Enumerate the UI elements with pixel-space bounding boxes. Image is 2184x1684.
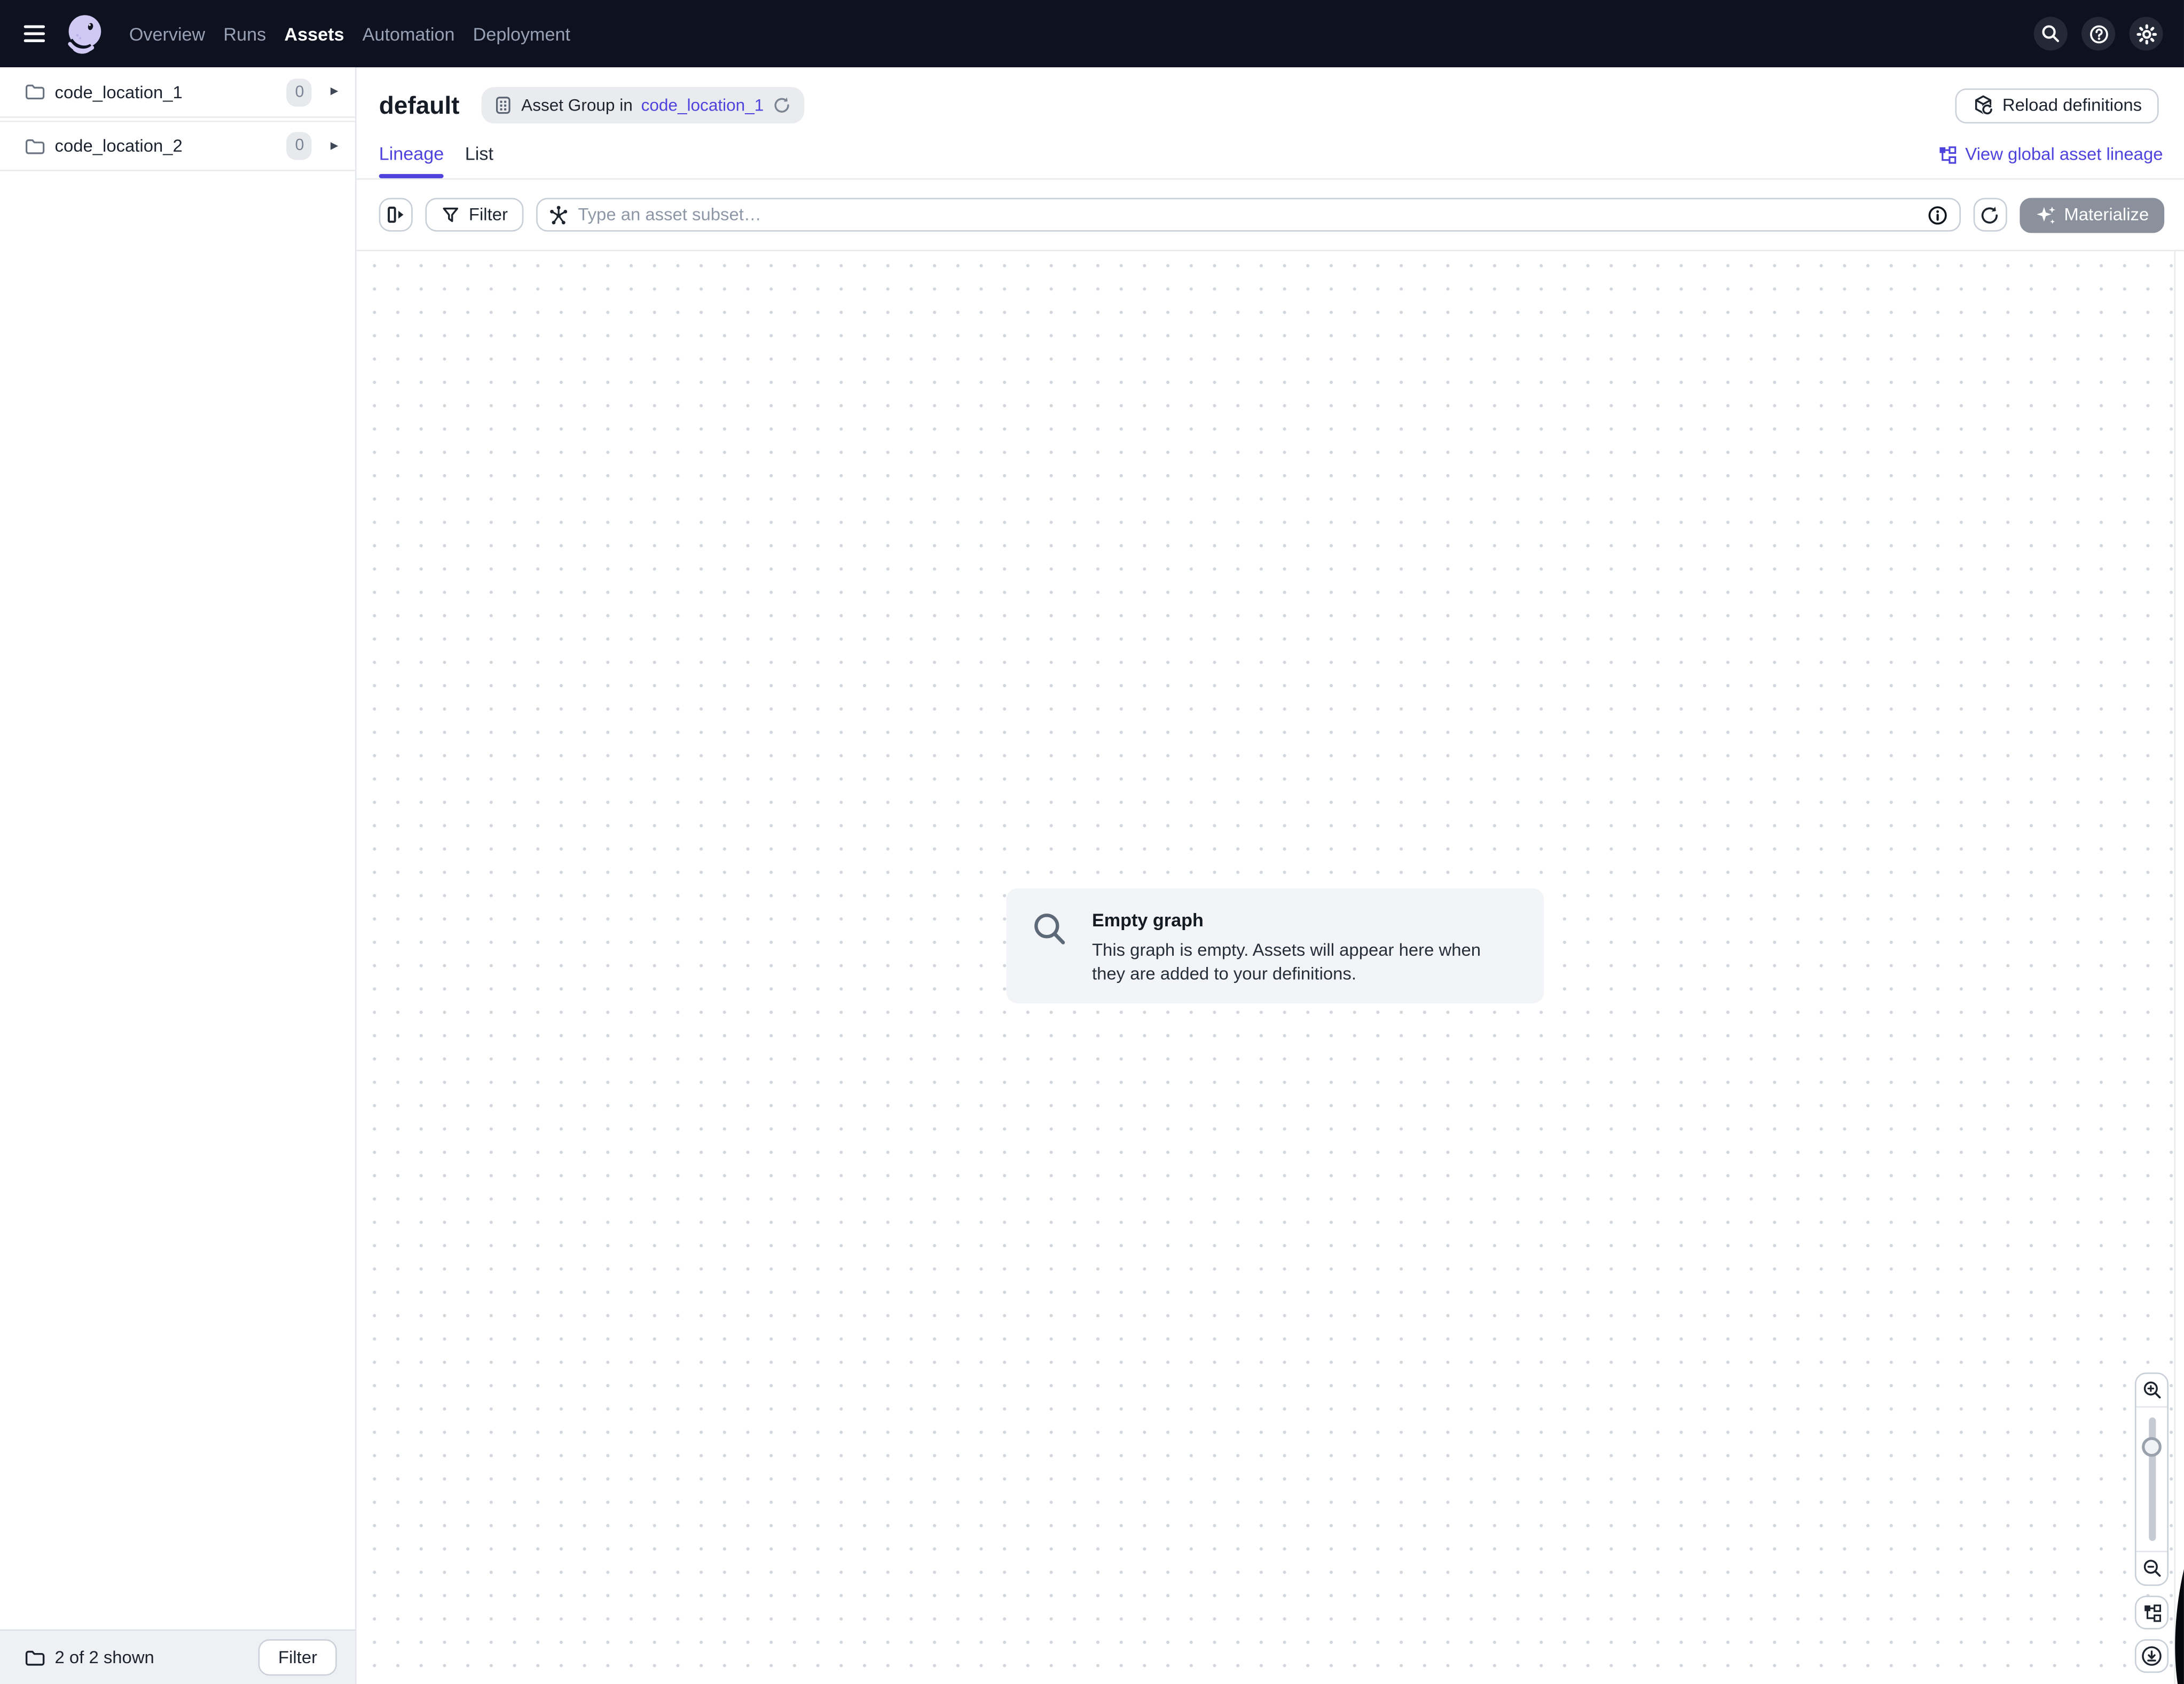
search-icon xyxy=(2041,24,2061,44)
zoom-control xyxy=(2135,1373,2169,1586)
download-image-button[interactable] xyxy=(2135,1639,2169,1673)
settings-button[interactable] xyxy=(2129,17,2163,51)
asset-group-badge: Asset Group in code_location_1 xyxy=(482,87,805,123)
folder-icon xyxy=(24,81,45,102)
fit-lineage-view-button[interactable] xyxy=(2135,1596,2169,1630)
filter-funnel-icon xyxy=(441,205,460,225)
refresh-graph-button[interactable] xyxy=(1973,198,2007,232)
lineage-graph-icon xyxy=(1938,145,1957,163)
folder-icon xyxy=(24,136,45,156)
search-button[interactable] xyxy=(2034,17,2068,51)
code-location-name: code_location_1 xyxy=(55,82,278,102)
empty-graph-card: Empty graph This graph is empty. Assets … xyxy=(1007,888,1544,1003)
graph-view-controls xyxy=(2135,1373,2169,1673)
view-global-asset-lineage-link[interactable]: View global asset lineage xyxy=(1938,145,2163,178)
primary-nav: Overview Runs Assets Automation Deployme… xyxy=(129,23,570,44)
lineage-graph-canvas: Empty graph This graph is empty. Assets … xyxy=(357,250,2176,1684)
reload-definitions-label: Reload definitions xyxy=(2002,96,2142,115)
help-button[interactable] xyxy=(2081,17,2115,51)
op-selector-icon xyxy=(548,204,568,225)
view-tabs: Lineage List View global asset lineage xyxy=(357,130,2184,179)
asset-count-badge: 0 xyxy=(287,78,312,106)
magnifier-icon xyxy=(1032,910,1070,985)
graph-filter-button[interactable]: Filter xyxy=(425,198,523,232)
refresh-location-button[interactable] xyxy=(772,96,792,115)
nav-item-overview[interactable]: Overview xyxy=(129,23,205,44)
zoom-in-icon xyxy=(2141,1380,2162,1400)
zoom-out-button[interactable] xyxy=(2136,1552,2167,1584)
folder-icon xyxy=(24,1647,45,1668)
asset-groups-sidebar: code_location_1 0 ▸ code_location_2 0 ▸ xyxy=(0,67,357,1684)
sidebar-item-code-location-1[interactable]: code_location_1 0 ▸ xyxy=(0,67,355,118)
help-icon xyxy=(2088,23,2109,44)
materialize-button[interactable]: Materialize xyxy=(2019,198,2164,232)
sidebar-item-code-location-2[interactable]: code_location_2 0 ▸ xyxy=(0,121,355,171)
dagster-app: Overview Runs Assets Automation Deployme… xyxy=(0,0,2184,1684)
nav-actions xyxy=(2034,17,2163,51)
nav-item-runs[interactable]: Runs xyxy=(223,23,266,44)
asset-group-icon xyxy=(494,96,513,115)
hamburger-menu-button[interactable] xyxy=(24,25,45,43)
code-location-link[interactable]: code_location_1 xyxy=(641,96,764,115)
expand-row-button[interactable]: ▸ xyxy=(328,138,341,154)
zoom-out-icon xyxy=(2141,1558,2162,1579)
view-global-asset-lineage-label: View global asset lineage xyxy=(1965,145,2163,164)
zoom-slider xyxy=(2136,1406,2167,1552)
dagster-logo-icon xyxy=(63,13,105,55)
reload-definitions-button[interactable]: Reload definitions xyxy=(1955,88,2159,123)
hamburger-icon xyxy=(24,25,45,43)
subset-info-button[interactable] xyxy=(1927,204,1947,225)
reload-cube-icon xyxy=(1971,94,1994,116)
sidebar-footer: 2 of 2 shown Filter xyxy=(0,1630,355,1684)
zoom-in-button[interactable] xyxy=(2136,1374,2167,1406)
shown-count-summary: 2 of 2 shown xyxy=(55,1648,249,1667)
mini-lineage-icon xyxy=(2142,1603,2161,1622)
asset-count-badge: 0 xyxy=(287,132,312,160)
asset-subset-input-wrapper xyxy=(536,198,1960,232)
empty-graph-description: This graph is empty. Assets will appear … xyxy=(1092,938,1513,988)
sidebar-filter-button[interactable]: Filter xyxy=(258,1639,337,1675)
code-location-name: code_location_2 xyxy=(55,136,278,156)
top-nav: Overview Runs Assets Automation Deployme… xyxy=(0,0,2184,67)
sparkle-icon xyxy=(2034,204,2055,225)
materialize-label: Materialize xyxy=(2064,205,2149,225)
page-header: default Asset Group in code xyxy=(357,67,2184,123)
download-icon xyxy=(2140,1645,2163,1667)
info-icon xyxy=(1927,204,1947,225)
panel-expand-icon xyxy=(384,204,407,226)
chevron-right-icon: ▸ xyxy=(331,138,339,154)
nav-item-automation[interactable]: Automation xyxy=(363,23,455,44)
asset-group-badge-text: Asset Group in xyxy=(521,96,633,115)
lineage-toolbar: Filter xyxy=(357,179,2184,250)
toggle-side-panel-button[interactable] xyxy=(379,198,413,232)
expand-row-button[interactable]: ▸ xyxy=(328,84,341,100)
refresh-icon xyxy=(1979,204,2000,225)
nav-item-assets[interactable]: Assets xyxy=(284,23,344,44)
chevron-right-icon: ▸ xyxy=(331,84,339,100)
zoom-slider-track[interactable] xyxy=(2148,1418,2155,1541)
asset-group-main: default Asset Group in code xyxy=(357,67,2184,1684)
tab-list[interactable]: List xyxy=(465,130,493,178)
asset-subset-input[interactable] xyxy=(578,205,1916,225)
nav-item-deployment[interactable]: Deployment xyxy=(473,23,570,44)
page-title: default xyxy=(379,91,460,120)
sync-icon xyxy=(772,96,792,115)
gear-icon xyxy=(2135,23,2156,44)
tab-lineage[interactable]: Lineage xyxy=(379,130,444,178)
graph-filter-label: Filter xyxy=(469,205,508,225)
zoom-slider-handle[interactable] xyxy=(2142,1437,2162,1457)
empty-graph-title: Empty graph xyxy=(1092,909,1513,930)
